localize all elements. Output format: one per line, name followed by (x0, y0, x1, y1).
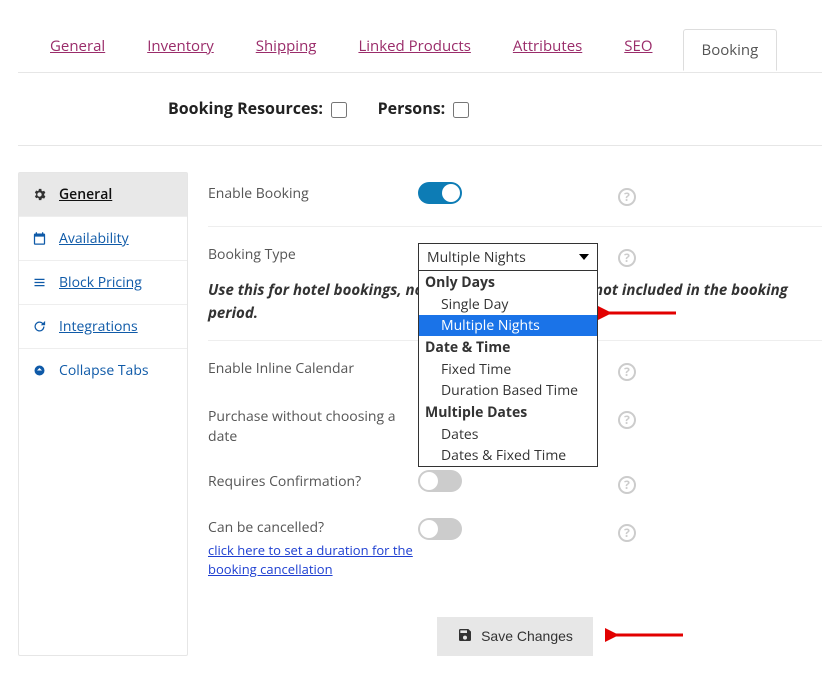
booking-resources-label: Booking Resources: (168, 97, 323, 119)
chevron-down-icon (579, 254, 589, 260)
dropdown-group-only-days: Only Days (419, 271, 597, 294)
help-icon[interactable]: ? (618, 470, 636, 494)
sidebar-item-label: Availability (59, 229, 129, 248)
dropdown-option-dates[interactable]: Dates (419, 424, 597, 445)
row-enable-booking: Enable Booking ? (208, 172, 822, 227)
refresh-icon (31, 319, 47, 335)
sidebar-item-general[interactable]: General (19, 173, 187, 217)
sidebar-item-label: Integrations (59, 317, 138, 336)
save-changes-button[interactable]: Save Changes (437, 617, 593, 656)
requires-confirmation-label: Requires Confirmation? (208, 470, 418, 491)
inline-calendar-label: Enable Inline Calendar (208, 357, 418, 378)
booking-feature-toggles: Booking Resources: Persons: (18, 73, 822, 146)
requires-confirmation-toggle[interactable] (418, 470, 462, 492)
dropdown-option-multiple-nights[interactable]: Multiple Nights (419, 315, 597, 336)
save-button-label: Save Changes (481, 628, 573, 644)
tab-booking[interactable]: Booking (683, 29, 778, 71)
persons-checkbox[interactable] (453, 102, 469, 118)
sidebar-item-label: Block Pricing (59, 273, 142, 292)
annotation-arrow-icon (605, 625, 685, 645)
dropdown-group-multiple-dates: Multiple Dates (419, 401, 597, 424)
dropdown-group-date-time: Date & Time (419, 336, 597, 359)
help-icon[interactable]: ? (618, 182, 636, 206)
purchase-no-date-label: Purchase without choosing a date (208, 405, 418, 446)
cancellation-duration-link[interactable]: click here to set a duration for the boo… (208, 541, 418, 577)
sidebar-item-integrations[interactable]: Integrations (19, 305, 187, 349)
tab-general[interactable]: General (38, 26, 117, 72)
dropdown-option-fixed-time[interactable]: Fixed Time (419, 359, 597, 380)
sidebar-item-collapse-tabs[interactable]: Collapse Tabs (19, 349, 187, 392)
sidebar-item-block-pricing[interactable]: Block Pricing (19, 261, 187, 305)
tab-seo[interactable]: SEO (612, 26, 664, 72)
top-tabs: General Inventory Shipping Linked Produc… (18, 16, 822, 73)
save-bar: Save Changes (208, 617, 822, 656)
booking-resources-checkbox[interactable] (331, 102, 347, 118)
row-booking-type: Booking Type Multiple Nights Only Days S… (208, 235, 822, 271)
tab-attributes[interactable]: Attributes (501, 26, 594, 72)
sidebar: General Availability Block Pricing Integ… (18, 172, 188, 655)
tab-inventory[interactable]: Inventory (135, 26, 226, 72)
booking-type-dropdown: Only Days Single Day Multiple Nights Dat… (418, 270, 598, 467)
calendar-icon (31, 231, 47, 247)
gear-icon (31, 187, 47, 203)
booking-type-value: Multiple Nights (427, 248, 526, 267)
sidebar-item-availability[interactable]: Availability (19, 217, 187, 261)
collapse-icon (31, 363, 47, 379)
persons-label: Persons: (378, 97, 446, 119)
help-icon[interactable]: ? (618, 405, 636, 429)
row-requires-confirmation: Requires Confirmation? ? (208, 462, 822, 502)
enable-booking-label: Enable Booking (208, 182, 418, 203)
list-icon (31, 275, 47, 291)
enable-booking-toggle[interactable] (418, 182, 462, 204)
dropdown-option-duration-based-time[interactable]: Duration Based Time (419, 380, 597, 401)
help-icon[interactable]: ? (618, 518, 636, 542)
can-be-cancelled-toggle[interactable] (418, 518, 462, 540)
row-can-be-cancelled: Can be cancelled? click here to set a du… (208, 510, 822, 586)
help-icon[interactable]: ? (618, 243, 636, 267)
dropdown-option-dates-fixed-time[interactable]: Dates & Fixed Time (419, 445, 597, 466)
dropdown-option-single-day[interactable]: Single Day (419, 294, 597, 315)
help-icon[interactable]: ? (618, 357, 636, 381)
tab-linked-products[interactable]: Linked Products (346, 26, 482, 72)
save-icon (457, 627, 473, 646)
sidebar-item-label: Collapse Tabs (59, 361, 149, 380)
tab-shipping[interactable]: Shipping (244, 26, 329, 72)
booking-type-label: Booking Type (208, 243, 418, 264)
booking-settings-panel: Enable Booking ? Booking Type Multiple N… (208, 172, 822, 655)
booking-type-select[interactable]: Multiple Nights (418, 243, 598, 271)
sidebar-item-label: General (59, 185, 112, 204)
can-be-cancelled-label: Can be cancelled? (208, 518, 324, 537)
